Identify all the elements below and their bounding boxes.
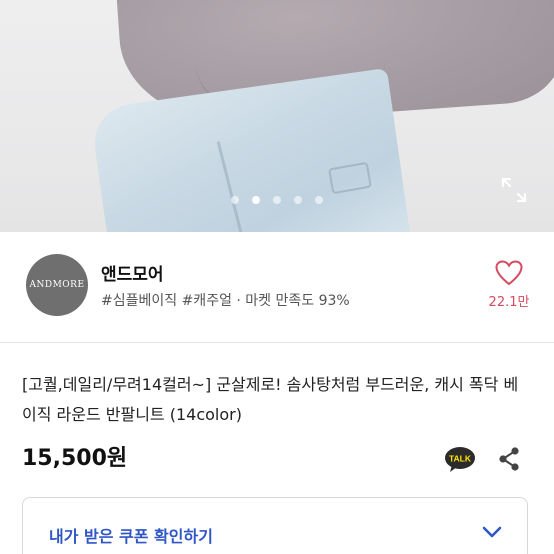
product-photo-jeans [89, 67, 411, 232]
like-button[interactable] [495, 260, 523, 286]
kakaotalk-icon: TALK [445, 447, 475, 472]
shop-tags: #심플베이직 #캐주얼 · 마켓 만족도 93% [101, 293, 350, 309]
chevron-down-icon [482, 526, 502, 538]
shop-logo[interactable]: ANDMORE [26, 254, 88, 316]
gallery-pagination [0, 196, 554, 204]
section-divider [0, 342, 554, 343]
like-count: 22.1만 [488, 295, 530, 310]
product-price: 15,500원 [22, 446, 128, 471]
kakaotalk-chat-button[interactable]: TALK [444, 446, 476, 474]
expand-icon [501, 177, 527, 203]
gallery-dot[interactable] [273, 196, 281, 204]
gallery-dot[interactable] [231, 196, 239, 204]
product-title: [고퀄,데일리/무려14컬러~] 군살제로! 솜사탕처럼 부드러운, 캐시 폭닥… [22, 375, 519, 424]
gallery-dot[interactable] [315, 196, 323, 204]
gallery-dot[interactable] [294, 196, 302, 204]
coupon-label: 내가 받은 쿠폰 확인하기 [49, 527, 213, 546]
coupon-check-button[interactable]: 내가 받은 쿠폰 확인하기 [22, 497, 528, 554]
shop-logo-text: ANDMORE [29, 280, 85, 290]
gallery-dot[interactable] [252, 196, 260, 204]
heart-icon [495, 260, 523, 286]
product-image-gallery[interactable] [0, 0, 554, 232]
chevron-down-icon [481, 524, 503, 540]
expand-image-button[interactable] [498, 174, 530, 206]
share-button[interactable] [496, 446, 522, 472]
talk-badge-text: TALK [449, 454, 472, 464]
share-icon [499, 447, 519, 471]
shop-name[interactable]: 앤드모어 [101, 260, 164, 285]
